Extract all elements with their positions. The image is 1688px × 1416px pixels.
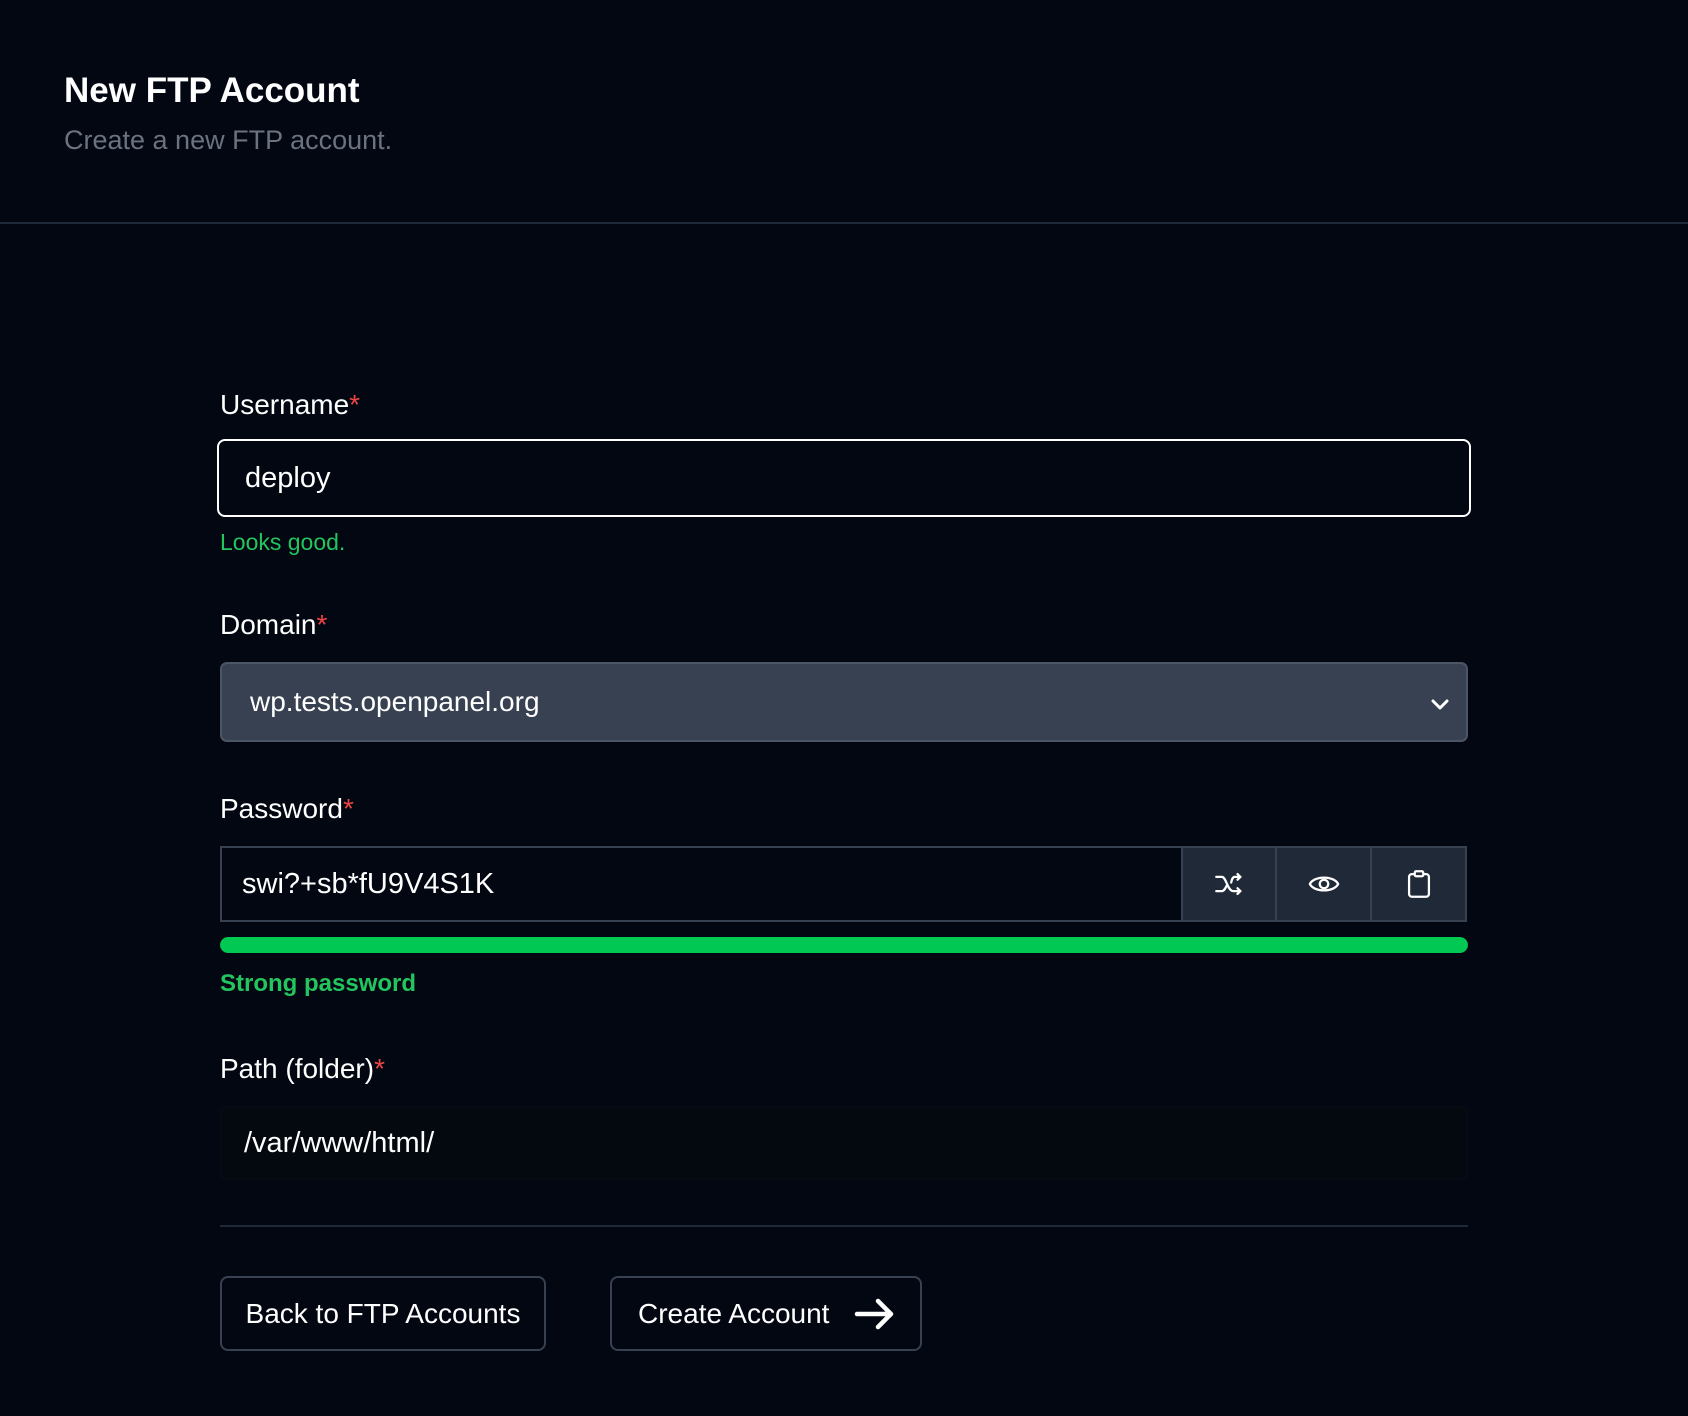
generate-password-button[interactable] bbox=[1181, 846, 1277, 922]
back-button-label: Back to FTP Accounts bbox=[245, 1297, 521, 1329]
create-account-button[interactable]: Create Account bbox=[610, 1276, 922, 1351]
page-header: New FTP Account Create a new FTP account… bbox=[0, 0, 1688, 224]
domain-label-text: Domain bbox=[220, 609, 317, 640]
required-marker: * bbox=[316, 609, 328, 640]
domain-label: Domain* bbox=[220, 608, 327, 642]
eye-icon bbox=[1308, 876, 1339, 892]
toggle-password-visibility-button[interactable] bbox=[1277, 846, 1372, 922]
domain-selected-value: wp.tests.openpanel.org bbox=[250, 686, 540, 717]
page-title: New FTP Account bbox=[64, 71, 360, 110]
password-strength-fill bbox=[220, 937, 1468, 953]
back-to-ftp-accounts-button[interactable]: Back to FTP Accounts bbox=[220, 1276, 546, 1351]
path-label-text: Path (folder) bbox=[220, 1053, 375, 1084]
password-label-text: Password bbox=[220, 793, 343, 824]
username-valid-feedback: Looks good. bbox=[220, 529, 346, 555]
password-input-group bbox=[220, 846, 1468, 922]
form-divider bbox=[220, 1225, 1468, 1227]
password-strength-text: Strong password bbox=[220, 970, 417, 997]
page-subtitle: Create a new FTP account. bbox=[64, 125, 393, 155]
clipboard-icon bbox=[1407, 870, 1430, 898]
required-marker: * bbox=[342, 793, 354, 824]
copy-password-button[interactable] bbox=[1372, 846, 1467, 922]
path-input[interactable] bbox=[220, 1106, 1468, 1180]
password-strength-bar bbox=[220, 937, 1468, 953]
arrow-right-icon bbox=[854, 1298, 894, 1330]
required-marker: * bbox=[349, 389, 361, 420]
username-label-text: Username bbox=[220, 389, 350, 420]
chevron-down-icon bbox=[1431, 699, 1449, 710]
password-input[interactable] bbox=[220, 846, 1181, 922]
path-label: Path (folder)* bbox=[220, 1052, 385, 1086]
create-button-label: Create Account bbox=[638, 1297, 830, 1329]
shuffle-icon bbox=[1215, 872, 1242, 896]
username-input[interactable] bbox=[217, 439, 1471, 517]
domain-select[interactable]: wp.tests.openpanel.org bbox=[220, 662, 1468, 742]
required-marker: * bbox=[374, 1053, 385, 1084]
password-label: Password* bbox=[220, 792, 354, 826]
page: New FTP Account Create a new FTP account… bbox=[0, 0, 1688, 1416]
username-label: Username* bbox=[220, 388, 360, 422]
